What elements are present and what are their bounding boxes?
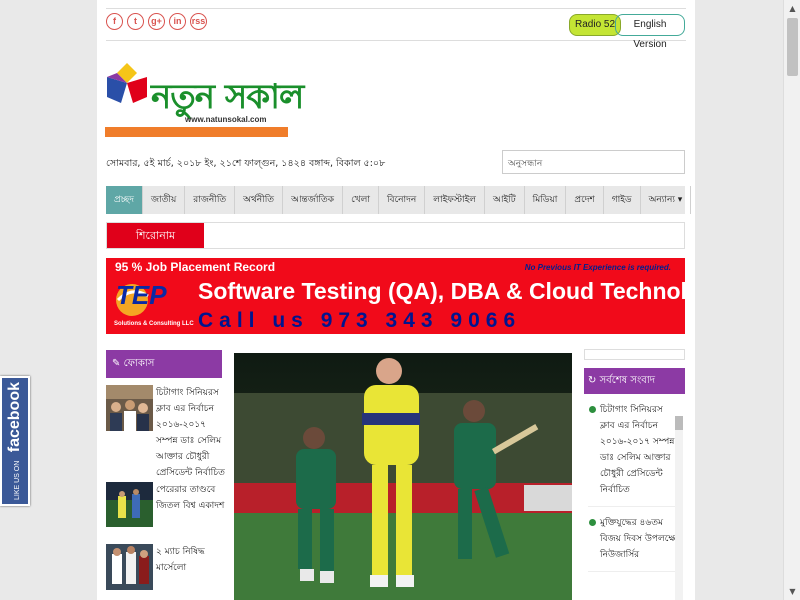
bullet-icon <box>589 519 596 526</box>
nav-item-it[interactable]: আইটি <box>485 186 525 214</box>
main-nav: প্রচ্ছদ জাতীয় রাজনীতি অর্থনীতি আন্তর্জা… <box>106 186 692 214</box>
nav-item-sports[interactable]: খেলা <box>343 186 379 214</box>
ad-note: No Previous IT Experience is required. <box>524 263 671 272</box>
social-links: f t g+ in rss <box>106 13 207 30</box>
sidebar-top-box <box>584 349 685 360</box>
ad-phone: Call us 973 343 9066 <box>198 309 522 332</box>
nav-item-national[interactable]: জাতীয় <box>143 186 186 214</box>
top-bar: f t g+ in rss Radio 52 English Version <box>106 8 686 50</box>
focus-section-title: ✎ ফোকাস <box>106 350 222 378</box>
banner-ad[interactable]: 95 % Job Placement Record No Previous IT… <box>106 258 685 334</box>
nav-item-media[interactable]: মিডিয়া <box>525 186 567 214</box>
list-item[interactable]: মুক্তিযুদ্ধের ৪৬তম বিজয় দিবস উপলক্ষে নি… <box>588 515 680 572</box>
dateline: সোমবার, ৫ই মার্চ, ২০১৮ ইং, ২১শে ফাল্গুন,… <box>106 158 386 169</box>
ticker-label: শিরোনাম <box>107 223 204 248</box>
page-container: f t g+ in rss Radio 52 English Version ন… <box>97 0 695 600</box>
focus-item[interactable]: চিটাগাং সিনিয়রস ক্লাব এর নির্বাচন ২০১৬-… <box>106 385 226 481</box>
bullet-icon <box>589 406 596 413</box>
focus-icon: ✎ <box>112 358 124 369</box>
latest-news-scrollbar[interactable] <box>675 416 683 600</box>
focus-thumbnail <box>106 482 153 527</box>
ad-brand-sub: Solutions & Consulting LLC <box>114 321 194 327</box>
ad-placement-text: 95 % Job Placement Record <box>115 260 276 274</box>
focus-item[interactable]: ২ ম্যাচ নিষিদ্ধ মার্সেলো <box>106 544 226 590</box>
rss-icon[interactable]: rss <box>190 13 207 30</box>
nav-item-lifestyle[interactable]: লাইফস্টাইল <box>425 186 485 214</box>
linkedin-icon[interactable]: in <box>169 13 186 30</box>
logo-mark-icon <box>107 63 147 103</box>
fb-like-big-text: facebook <box>6 382 23 453</box>
scroll-up-icon[interactable]: ▲ <box>784 0 800 17</box>
latest-news-list: চিটাগাং সিনিয়রস ক্লাব এর নির্বাচন ২০১৬-… <box>588 402 680 580</box>
clock-icon: ↻ <box>588 375 600 386</box>
english-version-button[interactable]: English Version <box>615 14 685 50</box>
nav-item-home[interactable]: প্রচ্ছদ <box>106 186 143 214</box>
google-plus-icon[interactable]: g+ <box>148 13 165 30</box>
site-logo[interactable]: নতুন সকাল www.natunsokal.com <box>105 51 304 141</box>
nav-item-guide[interactable]: গাইড <box>604 186 641 214</box>
nav-item-international[interactable]: আন্তর্জাতিক <box>283 186 344 214</box>
nav-item-entertainment[interactable]: বিনোদন <box>379 186 426 214</box>
nav-item-economy[interactable]: অর্থনীতি <box>235 186 284 214</box>
focus-item-text: চিটাগাং সিনিয়রস ক্লাব এর নির্বাচন ২০১৬-… <box>156 388 225 478</box>
facebook-like-badge[interactable]: LIKE US ON facebook <box>0 376 30 506</box>
ad-brand: TEP <box>116 280 167 310</box>
logo-url: www.natunsokal.com <box>185 115 267 124</box>
nav-item-others[interactable]: অন্যান্য ▾ <box>641 186 692 214</box>
fb-like-small-text: LIKE US ON <box>14 460 21 500</box>
scroll-thumb[interactable] <box>787 18 798 76</box>
scroll-down-icon[interactable]: ▼ <box>784 583 800 600</box>
ad-headline: Software Testing (QA), DBA & Cloud Techn… <box>198 278 685 304</box>
nav-item-politics[interactable]: রাজনীতি <box>185 186 236 214</box>
nav-item-provinces[interactable]: প্রদেশ <box>566 186 604 214</box>
focus-thumbnail <box>106 385 153 431</box>
twitter-icon[interactable]: t <box>127 13 144 30</box>
facebook-icon[interactable]: f <box>106 13 123 30</box>
search-input[interactable]: অনুসন্ধান <box>502 150 685 174</box>
page-scrollbar[interactable]: ▲ ▼ <box>783 0 800 600</box>
radio-button[interactable]: Radio 52 <box>569 14 622 36</box>
headline-ticker: শিরোনাম <box>106 222 685 249</box>
hero-image[interactable] <box>234 353 572 600</box>
focus-item[interactable]: পেরেরার তাণ্ডবে জিতল বিশ্ব একাদশ <box>106 482 226 527</box>
logo-underline <box>105 127 288 137</box>
latest-news-title: ↻ সর্বশেষ সংবাদ <box>584 368 685 394</box>
list-item[interactable]: চিটাগাং সিনিয়রস ক্লাব এর নির্বাচন ২০১৬-… <box>588 402 680 507</box>
focus-thumbnail <box>106 544 153 590</box>
